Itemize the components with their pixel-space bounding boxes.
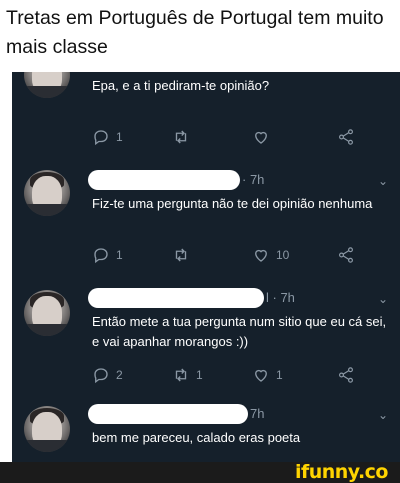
retweet-button[interactable]: 1 xyxy=(172,364,203,386)
avatar[interactable] xyxy=(24,170,70,216)
chevron-down-icon[interactable]: ⌄ xyxy=(378,292,388,306)
ifunny-watermark: ifunny.co xyxy=(294,461,389,483)
tweet-actions: 2 1 1 xyxy=(92,364,382,386)
heart-icon xyxy=(255,249,267,262)
reply-button[interactable]: 1 xyxy=(92,126,123,148)
share-icon xyxy=(339,367,353,383)
chevron-down-icon[interactable]: ⌄ xyxy=(378,408,388,422)
reply-button[interactable]: 2 xyxy=(92,364,123,386)
tweet-actions: 1 xyxy=(92,126,382,148)
share-icon xyxy=(339,247,353,263)
reply-icon xyxy=(94,248,108,264)
retweet-icon xyxy=(175,248,187,262)
heart-icon xyxy=(255,131,267,144)
watermark-bar: ifunny.co xyxy=(0,462,400,483)
retweet-icon xyxy=(175,130,187,144)
avatar[interactable] xyxy=(24,290,70,336)
redacted-username xyxy=(88,170,240,190)
heart-icon xyxy=(255,369,267,382)
like-count: 10 xyxy=(276,248,290,262)
redacted-username xyxy=(88,288,264,308)
reply-icon xyxy=(94,130,108,146)
like-button[interactable]: 1 xyxy=(252,364,283,386)
meme-caption: Tretas em Português de Portugal tem muit… xyxy=(6,7,384,58)
chevron-down-icon[interactable]: ⌄ xyxy=(378,174,388,188)
tweet-text: Então mete a tua pergunta num sitio que … xyxy=(92,314,387,349)
tweet-timestamp: l · 7h xyxy=(266,290,295,305)
share-icon xyxy=(339,129,353,145)
reply-count: 1 xyxy=(116,130,123,144)
avatar[interactable] xyxy=(24,72,70,98)
tweet-text: Epa, e a ti pediram-te opinião? xyxy=(92,78,270,93)
tweet-text: Fiz-te uma pergunta não te dei opinião n… xyxy=(92,196,373,211)
like-button[interactable] xyxy=(252,126,276,148)
reply-count: 2 xyxy=(116,368,123,382)
reply-icon xyxy=(94,368,108,384)
reply-count: 1 xyxy=(116,248,123,262)
redacted-username xyxy=(88,404,248,424)
tweet-timestamp: 7h xyxy=(250,406,265,421)
tweet-thread: Epa, e a ti pediram-te opinião? 1 · 7h ⌄… xyxy=(12,72,400,462)
retweet-icon xyxy=(175,368,187,382)
retweet-button[interactable] xyxy=(172,244,196,266)
tweet-timestamp: · 7h xyxy=(242,172,265,187)
retweet-button[interactable] xyxy=(172,126,196,148)
avatar[interactable] xyxy=(24,406,70,452)
tweet-actions: 1 10 xyxy=(92,244,382,266)
share-button[interactable] xyxy=(337,126,361,148)
like-button[interactable]: 10 xyxy=(252,244,289,266)
share-button[interactable] xyxy=(337,364,361,386)
reply-button[interactable]: 1 xyxy=(92,244,123,266)
tweet-text: bem me pareceu, calado eras poeta xyxy=(92,430,301,445)
share-button[interactable] xyxy=(337,244,361,266)
retweet-count: 1 xyxy=(196,368,203,382)
like-count: 1 xyxy=(276,368,283,382)
